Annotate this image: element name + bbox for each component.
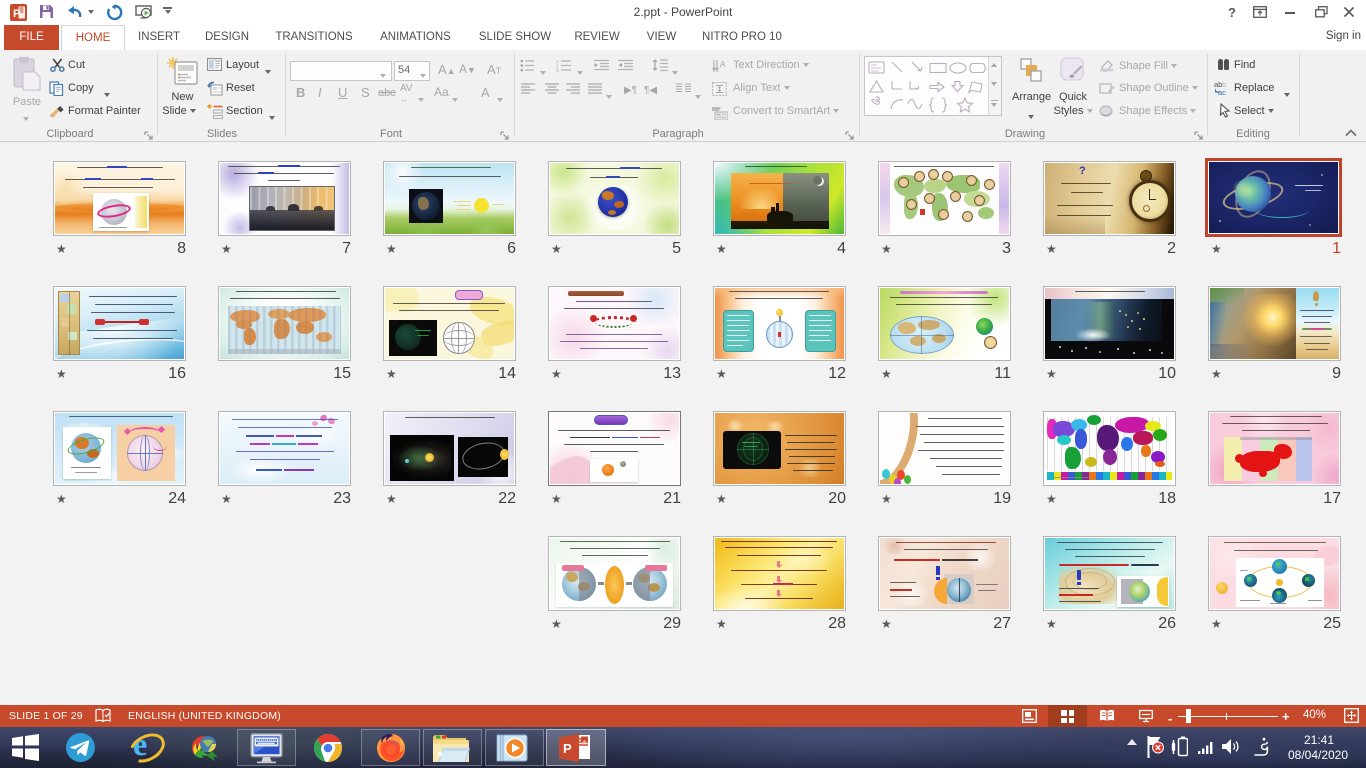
svg-text:3: 3 xyxy=(556,68,559,72)
svg-text:A: A xyxy=(720,60,726,69)
svg-text:P: P xyxy=(563,741,572,756)
svg-text:ac: ac xyxy=(1218,88,1226,96)
